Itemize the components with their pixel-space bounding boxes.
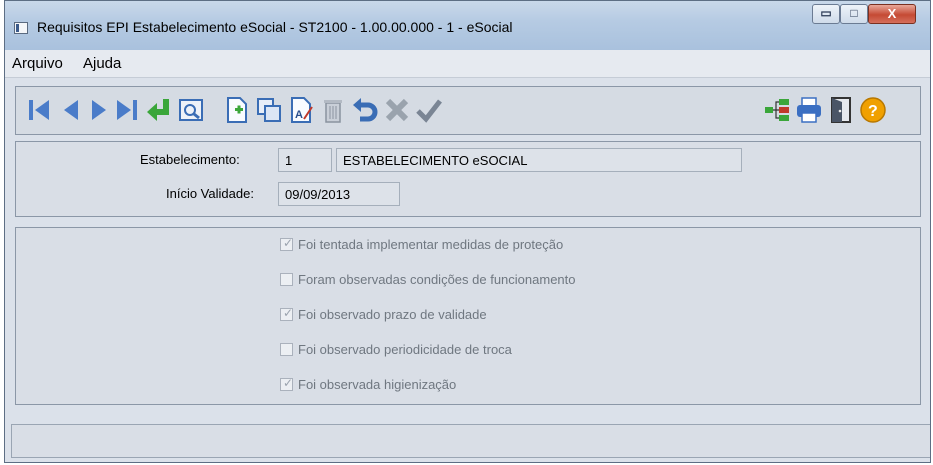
- checkbox[interactable]: [280, 273, 293, 286]
- preview-icon[interactable]: [176, 95, 206, 125]
- window: Requisitos EPI Estabelecimento eSocial -…: [4, 0, 931, 463]
- minimize-button[interactable]: ▭: [812, 4, 840, 24]
- requisitos-panel: ✓ Foi tentada implementar medidas de pro…: [15, 227, 921, 405]
- maximize-icon: □: [850, 6, 858, 20]
- inicio-validade-field[interactable]: 09/09/2013: [278, 182, 400, 206]
- estabelecimento-label: Estabelecimento:: [140, 152, 240, 167]
- svg-text:?: ?: [868, 103, 878, 120]
- inicio-validade-label: Início Validade:: [166, 186, 254, 201]
- print-icon[interactable]: [794, 95, 824, 125]
- checkmark-icon: ✓: [283, 376, 294, 390]
- close-icon: X: [887, 6, 897, 21]
- enter-icon[interactable]: [144, 95, 174, 125]
- checkmark-icon: ✓: [283, 306, 294, 320]
- toolbar: A ?: [15, 86, 921, 135]
- checkbox[interactable]: ✓: [280, 236, 294, 251]
- last-record-icon[interactable]: [112, 95, 142, 125]
- close-button[interactable]: X: [868, 4, 916, 24]
- header-panel: Estabelecimento: 1 ESTABELECIMENTO eSOCI…: [15, 141, 921, 217]
- check-label: Foi observado prazo de validade: [298, 307, 487, 322]
- estabelecimento-code-field[interactable]: 1: [278, 148, 332, 172]
- first-record-icon[interactable]: [24, 95, 54, 125]
- confirm-icon[interactable]: [414, 95, 444, 125]
- delete-icon[interactable]: [318, 95, 348, 125]
- cancel-icon[interactable]: [382, 95, 412, 125]
- undo-icon[interactable]: [350, 95, 380, 125]
- svg-text:A: A: [295, 109, 303, 121]
- app-icon: [14, 22, 28, 34]
- checkmark-icon: ✓: [283, 236, 294, 250]
- check-label: Foram observadas condições de funcioname…: [298, 272, 576, 287]
- status-bar: [11, 424, 930, 458]
- previous-record-icon[interactable]: [56, 95, 86, 125]
- minimize-icon: ▭: [820, 6, 832, 20]
- new-record-icon[interactable]: [222, 95, 252, 125]
- checkbox[interactable]: ✓: [280, 306, 294, 321]
- window-title: Requisitos EPI Estabelecimento eSocial -…: [37, 19, 513, 35]
- checkbox[interactable]: ✓: [280, 376, 294, 391]
- maximize-button[interactable]: □: [840, 4, 868, 24]
- next-record-icon[interactable]: [84, 95, 114, 125]
- check-label: Foi observada higienização: [298, 377, 457, 392]
- menu-bar: Arquivo Ajuda: [5, 50, 930, 78]
- exit-door-icon[interactable]: [826, 95, 856, 125]
- estabelecimento-name-field[interactable]: ESTABELECIMENTO eSOCIAL: [336, 148, 742, 172]
- tree-icon[interactable]: [762, 95, 792, 125]
- menu-ajuda[interactable]: Ajuda: [83, 55, 121, 72]
- menu-arquivo[interactable]: Arquivo: [12, 55, 63, 72]
- checkbox[interactable]: [280, 343, 293, 356]
- help-icon[interactable]: ?: [858, 95, 888, 125]
- check-label: Foi tentada implementar medidas de prote…: [298, 237, 564, 252]
- title-bar: Requisitos EPI Estabelecimento eSocial -…: [5, 1, 930, 50]
- copy-icon[interactable]: [254, 95, 284, 125]
- check-label: Foi observado periodicidade de troca: [298, 342, 512, 357]
- edit-icon[interactable]: A: [286, 95, 316, 125]
